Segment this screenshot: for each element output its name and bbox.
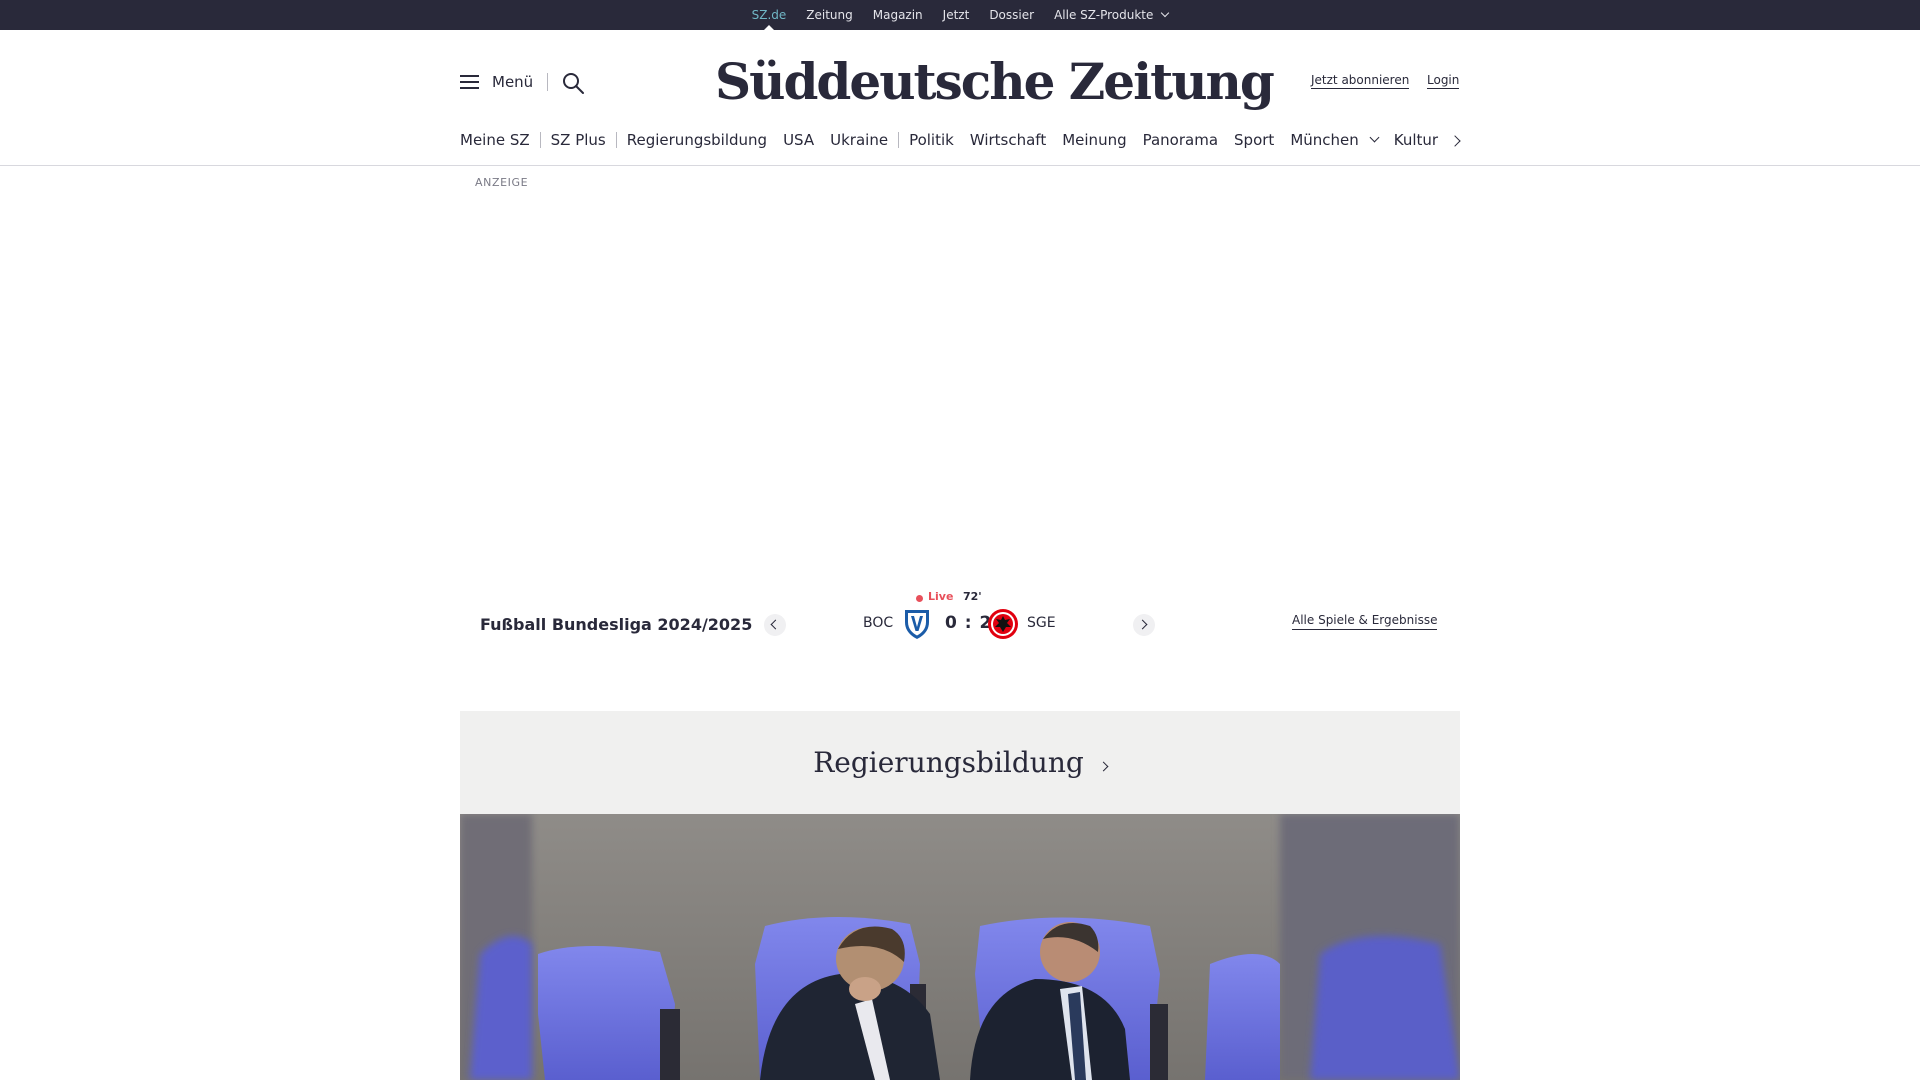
match-minute: 72' [963,590,982,603]
nav-item-politik[interactable]: Politik [909,131,954,149]
league-title: Fußball Bundesliga 2024/2025 [480,615,753,634]
product-link-alle-produkte[interactable]: Alle SZ-Produkte [1054,0,1170,30]
product-link-dossier[interactable]: Dossier [989,0,1034,30]
product-link-magazin[interactable]: Magazin [873,0,923,30]
product-bar: SZ.de Zeitung Magazin Jetzt Dossier Alle… [0,0,1920,31]
topic-header-regierungsbildung[interactable]: Regierungsbildung [460,711,1460,814]
topic-title: Regierungsbildung [813,746,1084,779]
nav-separator [898,132,900,148]
nav-item-regierungsbildung[interactable]: Regierungsbildung [627,131,767,149]
menu-button[interactable]: Menü [460,70,533,94]
site-header: Menü Süddeutsche Zeitung Jetzt abonniere… [0,30,1920,166]
nav-item-ukraine[interactable]: Ukraine [830,131,888,149]
nav-separator [539,132,541,148]
ad-label: ANZEIGE [475,176,529,189]
next-match-button[interactable] [1133,614,1155,636]
nav-item-muenchen[interactable]: München [1290,131,1380,149]
menu-label: Menü [492,73,534,91]
nav-item-panorama[interactable]: Panorama [1143,131,1218,149]
search-button[interactable] [561,71,585,95]
all-games-link[interactable]: Alle Spiele & Ergebnisse [1292,612,1438,630]
product-link-jetzt[interactable]: Jetzt [943,0,970,30]
chevron-right-icon [1098,761,1109,772]
nav-scroll-right-button[interactable] [1448,133,1464,149]
away-team[interactable]: SGE [1027,615,1056,631]
match-score[interactable]: 0 : 2 [945,613,992,633]
nav-item-sz-plus[interactable]: SZ Plus [551,131,606,149]
nav-item-meinung[interactable]: Meinung [1062,131,1126,149]
search-icon [563,73,584,94]
chevron-down-icon [1369,132,1380,143]
subscribe-link[interactable]: Jetzt abonnieren [1311,72,1410,89]
live-indicator-icon [916,595,923,602]
hero-image[interactable] [460,814,1460,1080]
previous-match-button[interactable] [764,614,786,636]
nav-item-muenchen-label: München [1290,131,1359,149]
login-link[interactable]: Login [1427,72,1460,89]
vfl-bochum-crest-icon [902,608,932,640]
nav-item-kultur[interactable]: Kultur [1394,131,1438,149]
product-nav: SZ.de Zeitung Magazin Jetzt Dossier Alle… [0,0,1920,31]
eintracht-frankfurt-crest-icon [987,608,1019,640]
product-link-zeitung[interactable]: Zeitung [806,0,852,30]
ad-slot [460,192,1460,572]
nav-item-sport[interactable]: Sport [1234,131,1274,149]
nav-item-usa[interactable]: USA [783,131,814,149]
hamburger-icon [460,75,479,89]
section-nav: Meine SZ SZ Plus Regierungsbildung USA U… [460,126,1460,154]
home-team[interactable]: BOC [863,615,893,631]
chevron-down-icon [1161,8,1170,18]
live-label: Live [928,590,954,603]
divider [547,73,548,91]
nav-item-meine-sz[interactable]: Meine SZ [460,131,530,149]
live-score-bar: Fußball Bundesliga 2024/2025 Live 72' BO… [460,585,1460,665]
site-logo[interactable]: Süddeutsche Zeitung [715,47,1275,117]
nav-separator [615,132,617,148]
nav-item-wirtschaft[interactable]: Wirtschaft [970,131,1046,149]
product-link-szde[interactable]: SZ.de [752,0,786,31]
product-link-alle-produkte-label: Alle SZ-Produkte [1054,8,1154,22]
